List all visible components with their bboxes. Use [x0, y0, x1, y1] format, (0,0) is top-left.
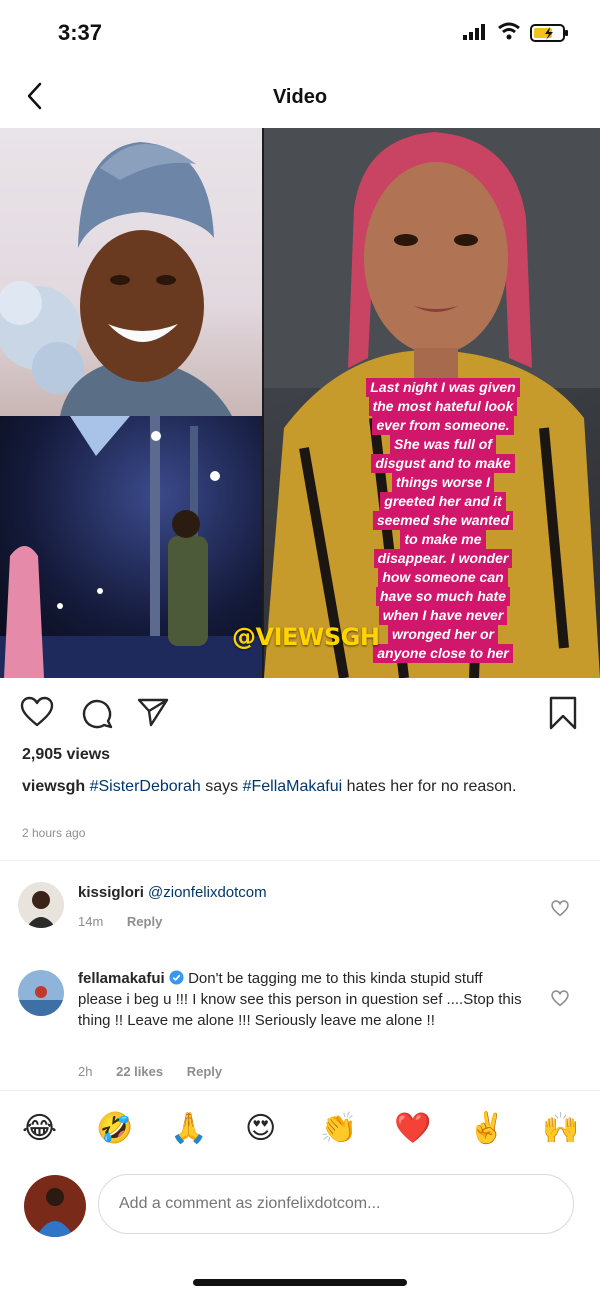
caption-text: hates her for no reason.: [342, 778, 517, 795]
signal-icon: [463, 24, 485, 40]
avatar[interactable]: [18, 882, 64, 928]
status-bar: 3:37: [0, 0, 600, 66]
comment-time: 2h: [78, 1064, 93, 1079]
caption-line: seemed she wanted: [372, 511, 514, 530]
comment-input[interactable]: [98, 1174, 574, 1234]
comment-meta: 2h 22 likes Reply: [78, 1064, 242, 1079]
emoji-rofl-button[interactable]: 🤣: [96, 1111, 133, 1146]
hashtag-link[interactable]: #SisterDeborah: [90, 778, 201, 795]
emoji-red-heart-button[interactable]: ❤️: [394, 1111, 431, 1146]
hashtag-link[interactable]: #FellaMakafui: [243, 778, 343, 795]
caption-line: when I have never: [378, 606, 508, 625]
emoji-victory-button[interactable]: ✌️: [468, 1111, 505, 1146]
comment-icon[interactable]: [80, 696, 114, 730]
verified-badge-icon: [169, 970, 184, 985]
post-caption: viewsgh #SisterDeborah says #FellaMakafu…: [22, 776, 552, 797]
page-title: Video: [272, 86, 328, 108]
my-avatar: [24, 1175, 86, 1237]
story-caption: Last night I was given the most hateful …: [338, 378, 548, 663]
emoji-pray-button[interactable]: 🙏: [170, 1111, 207, 1146]
mention-link[interactable]: @zionfelixdotcom: [148, 884, 267, 901]
caption-username[interactable]: viewsgh: [22, 778, 85, 795]
likes-count[interactable]: 22 likes: [116, 1064, 163, 1079]
caption-line: how someone can: [378, 568, 508, 587]
comment-username[interactable]: fellamakafui: [78, 970, 165, 987]
divider: [0, 860, 600, 861]
caption-line: have so much hate: [375, 587, 511, 606]
watermark: @VIEWSGH: [232, 623, 380, 651]
comment-like-icon[interactable]: [551, 900, 569, 917]
home-indicator[interactable]: [193, 1279, 407, 1286]
caption-line: anyone close to her: [373, 644, 513, 663]
emoji-quick-bar: 😂 🤣 🙏 😍 👏 ❤️ ✌️ 🙌: [0, 1090, 600, 1171]
photo-concert-stage: [0, 416, 262, 678]
comment-like-icon[interactable]: [551, 990, 569, 1007]
photo-woman-headwrap: [0, 128, 262, 416]
comment-meta: 14m Reply: [78, 914, 182, 929]
wifi-icon: [498, 22, 520, 40]
comment-time: 14m: [78, 914, 104, 929]
caption-line: ever from someone.: [372, 416, 514, 435]
battery-icon: [530, 24, 568, 42]
comment-text: kissiglori @zionfelixdotcom: [78, 882, 524, 903]
comment-username[interactable]: kissiglori: [78, 884, 144, 901]
avatar[interactable]: [18, 970, 64, 1016]
emoji-raised-hands-button[interactable]: 🙌: [542, 1111, 579, 1146]
post-timestamp: 2 hours ago: [22, 826, 86, 840]
caption-line: disgust and to make: [371, 454, 515, 473]
emoji-joy-button[interactable]: 😂: [22, 1111, 57, 1146]
caption-line: greeted her and it: [380, 492, 506, 511]
reply-button[interactable]: Reply: [127, 914, 162, 929]
like-heart-icon[interactable]: [20, 696, 54, 728]
save-bookmark-icon[interactable]: [548, 696, 578, 730]
nav-bar: Video: [0, 66, 600, 128]
post-actions: [0, 690, 600, 738]
reply-button[interactable]: Reply: [187, 1064, 222, 1079]
caption-line: disappear. I wonder: [373, 549, 513, 568]
caption-text: says: [200, 778, 243, 795]
caption-line: the most hateful look: [368, 397, 518, 416]
caption-line: Last night I was given: [366, 378, 520, 397]
caption-line: things worse I: [391, 473, 495, 492]
status-time: 3:37: [58, 20, 103, 45]
emoji-heart-eyes-button[interactable]: 😍: [245, 1111, 276, 1146]
share-icon[interactable]: [136, 696, 170, 728]
caption-line: wronged her or: [388, 625, 498, 644]
caption-line: She was full of: [389, 435, 496, 454]
caption-line: to make me: [400, 530, 486, 549]
comment-composer: [0, 1170, 600, 1250]
comment-text: fellamakafui Don't be tagging me to this…: [78, 968, 524, 1031]
view-count[interactable]: 2,905 views: [22, 746, 110, 764]
emoji-clap-button[interactable]: 👏: [320, 1111, 357, 1146]
post-video[interactable]: Last night I was given the most hateful …: [0, 128, 600, 678]
